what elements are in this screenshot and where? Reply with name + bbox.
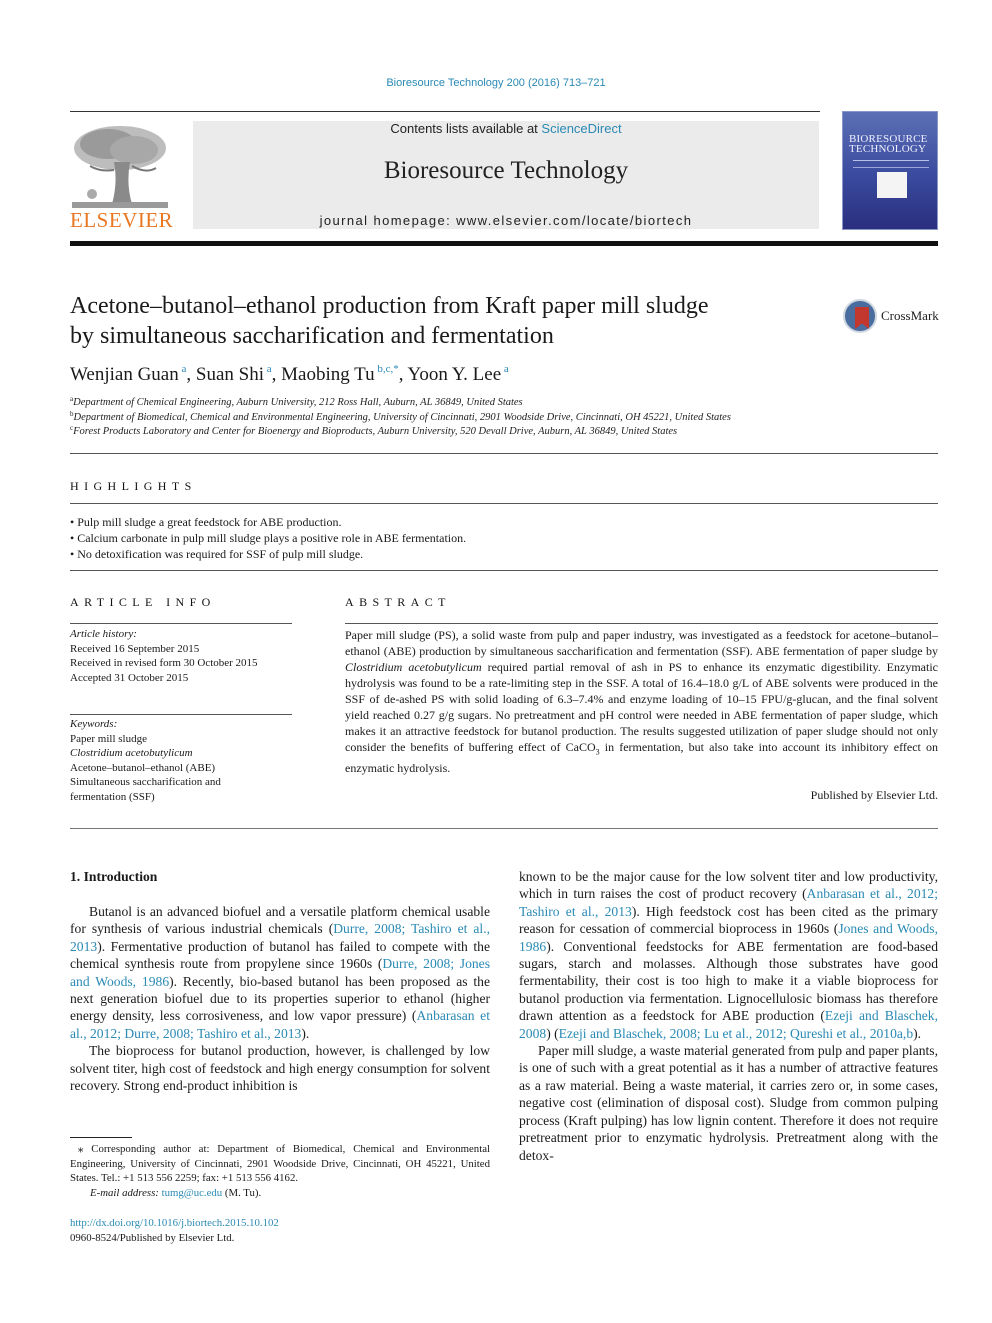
author-separator: , bbox=[186, 364, 196, 385]
intro-left-column: Butanol is an advanced biofuel and a ver… bbox=[70, 903, 490, 1094]
elsevier-logo[interactable]: ELSEVIER bbox=[70, 122, 174, 232]
corresponding-author-footnote: ⁎ Corresponding author at: Department of… bbox=[70, 1142, 490, 1200]
elsevier-wordmark: ELSEVIER bbox=[70, 208, 174, 232]
paragraph: known to be the major cause for the low … bbox=[519, 868, 938, 1042]
affiliation-b: bDepartment of Biomedical, Chemical and … bbox=[70, 410, 731, 423]
highlights-heading: HIGHLIGHTS bbox=[70, 479, 197, 493]
article-info-heading: ARTICLE INFO bbox=[70, 595, 216, 609]
issn-line: 0960-8524/Published by Elsevier Ltd. bbox=[70, 1232, 235, 1244]
journal-citation[interactable]: Bioresource Technology 200 (2016) 713–72… bbox=[0, 77, 992, 89]
keywords-label: Keywords: bbox=[70, 718, 118, 730]
paragraph: The bioprocess for butanol production, h… bbox=[70, 1042, 490, 1094]
abstract-body: Paper mill sludge (PS), a solid waste fr… bbox=[345, 627, 938, 776]
keyword: Acetone–butanol–ethanol (ABE) bbox=[70, 761, 216, 774]
crossmark-button[interactable]: CrossMark bbox=[843, 299, 939, 333]
divider bbox=[345, 623, 938, 624]
divider bbox=[70, 503, 938, 504]
author-name[interactable]: Suan Shi bbox=[196, 364, 264, 385]
journal-homepage[interactable]: journal homepage: www.elsevier.com/locat… bbox=[193, 213, 819, 228]
intro-right-column: known to be the major cause for the low … bbox=[519, 868, 938, 1164]
divider bbox=[70, 570, 938, 571]
body-text: ). bbox=[913, 1025, 922, 1041]
author-affiliation-mark[interactable]: b,c,* bbox=[375, 363, 398, 375]
author-name[interactable]: Yoon Y. Lee bbox=[408, 364, 502, 385]
author-separator: , bbox=[271, 364, 282, 385]
body-text: Paper mill sludge, a waste material gene… bbox=[519, 1043, 938, 1163]
email-label: E-mail address: bbox=[90, 1186, 162, 1199]
crossmark-label: CrossMark bbox=[881, 308, 939, 323]
published-by: Published by Elsevier Ltd. bbox=[810, 788, 938, 802]
author-list: Wenjian Guan a, Suan Shi a, Maobing Tu b… bbox=[70, 363, 509, 386]
keyword: Clostridium acetobutylicum bbox=[70, 747, 193, 759]
title-line-1: Acetone–butanol–ethanol production from … bbox=[70, 293, 709, 319]
abstract-text: Paper mill sludge (PS), a solid waste fr… bbox=[345, 628, 938, 658]
journal-banner: Contents lists available at ScienceDirec… bbox=[193, 121, 819, 229]
email-suffix: (M. Tu). bbox=[222, 1186, 262, 1199]
highlight-item: • Calcium carbonate in pulp mill sludge … bbox=[70, 531, 467, 545]
abstract-heading: ABSTRACT bbox=[345, 595, 451, 609]
keyword: Simultaneous saccharification and bbox=[70, 776, 221, 788]
keyword: Paper mill sludge bbox=[70, 732, 147, 745]
affiliation-a: aDepartment of Chemical Engineering, Aub… bbox=[70, 395, 523, 408]
header-thick-divider bbox=[70, 241, 938, 246]
body-text: The bioprocess for butanol production, h… bbox=[70, 1043, 490, 1094]
author-affiliation-mark[interactable]: a bbox=[501, 363, 509, 375]
crossmark-icon bbox=[843, 299, 877, 333]
journal-title[interactable]: Bioresource Technology bbox=[193, 157, 819, 185]
author-name[interactable]: Maobing Tu bbox=[281, 364, 374, 385]
abstract-organism: Clostridium acetobutylicum bbox=[345, 660, 482, 674]
highlight-text: Calcium carbonate in pulp mill sludge pl… bbox=[77, 531, 467, 545]
keywords: Keywords: Paper mill sludge Clostridium a… bbox=[70, 717, 292, 804]
author-affiliation-mark[interactable]: a bbox=[264, 363, 272, 375]
article-title: Acetone–butanol–ethanol production from … bbox=[70, 291, 810, 351]
paragraph: Butanol is an advanced biofuel and a ver… bbox=[70, 903, 490, 1042]
title-line-2: by simultaneous saccharification and fer… bbox=[70, 323, 554, 349]
author-name[interactable]: Wenjian Guan bbox=[70, 364, 179, 385]
journal-cover-thumbnail[interactable]: BIORESOURCE TECHNOLOGY bbox=[842, 111, 938, 230]
cover-title-line2: TECHNOLOGY bbox=[849, 143, 927, 155]
section-heading-introduction: 1. Introduction bbox=[70, 869, 158, 884]
header-divider bbox=[70, 111, 820, 112]
highlight-item: • No detoxification was required for SSF… bbox=[70, 547, 364, 561]
highlight-text: No detoxification was required for SSF o… bbox=[77, 547, 364, 561]
footnote-text: Corresponding author at: Department of B… bbox=[70, 1143, 490, 1184]
affiliation-text: Forest Products Laboratory and Center fo… bbox=[73, 426, 678, 437]
keyword: fermentation (SSF) bbox=[70, 790, 155, 803]
highlight-item: • Pulp mill sludge a great feedstock for… bbox=[70, 515, 342, 529]
email-link[interactable]: tumg@uc.edu bbox=[162, 1187, 223, 1199]
body-text: ). bbox=[301, 1025, 310, 1041]
elsevier-tree-icon bbox=[70, 122, 170, 210]
highlight-text: Pulp mill sludge a great feedstock for A… bbox=[77, 515, 342, 529]
divider bbox=[70, 453, 938, 454]
doi-block: http://dx.doi.org/10.1016/j.biortech.201… bbox=[70, 1216, 279, 1246]
affiliation-text: Department of Chemical Engineering, Aubu… bbox=[73, 397, 523, 408]
contents-line: Contents lists available at ScienceDirec… bbox=[193, 121, 819, 136]
footnote-divider bbox=[70, 1137, 132, 1138]
citation-link[interactable]: Ezeji and Blaschek, 2008; Lu et al., 201… bbox=[559, 1026, 913, 1041]
divider bbox=[70, 623, 292, 624]
history-accepted: Accepted 31 October 2015 bbox=[70, 671, 189, 684]
divider bbox=[70, 714, 292, 715]
divider bbox=[70, 828, 938, 829]
affiliation-c: cForest Products Laboratory and Center f… bbox=[70, 424, 677, 437]
cover-subtitle-lines bbox=[853, 160, 929, 168]
history-received: Received 16 September 2015 bbox=[70, 642, 200, 655]
body-text: ) ( bbox=[546, 1025, 559, 1041]
article-history: Article history: Received 16 September 2… bbox=[70, 627, 292, 685]
doi-link[interactable]: http://dx.doi.org/10.1016/j.biortech.201… bbox=[70, 1216, 279, 1231]
paragraph: Paper mill sludge, a waste material gene… bbox=[519, 1042, 938, 1164]
contents-prefix: Contents lists available at bbox=[390, 121, 542, 136]
history-revised: Received in revised form 30 October 2015 bbox=[70, 657, 258, 669]
history-label: Article history: bbox=[70, 628, 137, 640]
author-separator: , bbox=[398, 364, 408, 385]
affiliation-text: Department of Biomedical, Chemical and E… bbox=[73, 412, 731, 423]
cover-graphic bbox=[877, 172, 907, 198]
sciencedirect-link[interactable]: ScienceDirect bbox=[541, 121, 621, 136]
cover-title: BIORESOURCE TECHNOLOGY bbox=[849, 134, 928, 155]
